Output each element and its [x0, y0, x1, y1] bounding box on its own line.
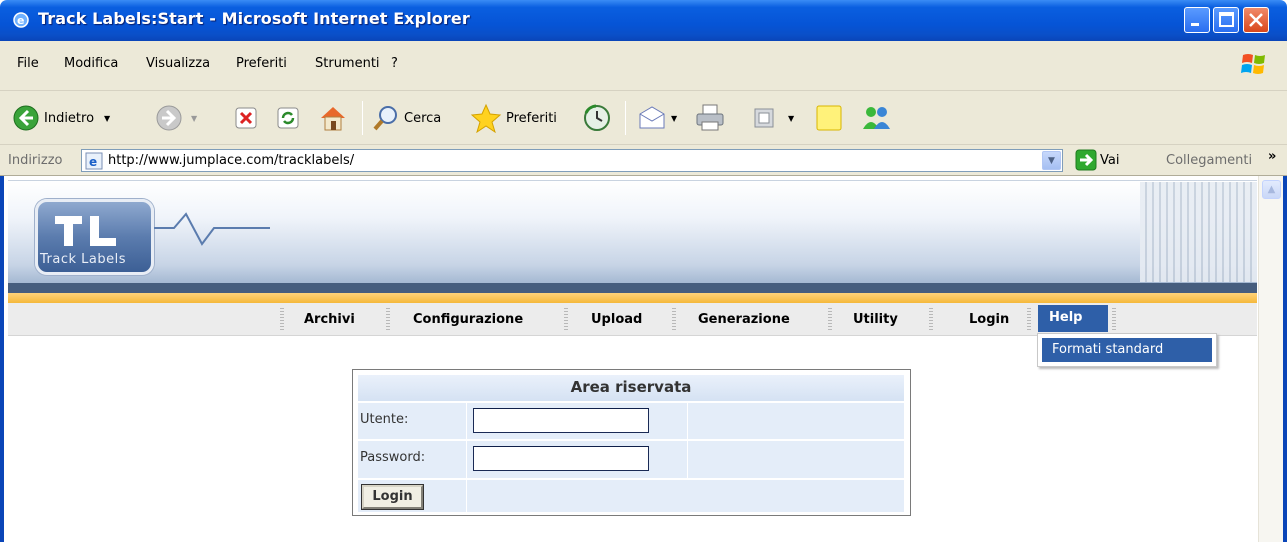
- password-input[interactable]: [473, 446, 649, 471]
- mail-icon: [639, 106, 665, 129]
- chevron-down-icon[interactable]: ▼: [191, 114, 197, 123]
- refresh-button[interactable]: [275, 103, 301, 133]
- window-title: Track Labels:Start - Microsoft Internet …: [38, 9, 470, 28]
- button-row: Login: [358, 479, 904, 512]
- favorites-label: Preferiti: [506, 110, 557, 126]
- window-titlebar: e Track Labels:Start - Microsoft Interne…: [0, 0, 1287, 41]
- mail-button[interactable]: ▼: [637, 103, 677, 133]
- print-button[interactable]: [694, 103, 726, 133]
- go-button[interactable]: Vai: [1100, 153, 1119, 168]
- login-panel: Area riservata Utente: Password: Login: [352, 369, 911, 516]
- windows-logo-icon: [1241, 54, 1265, 74]
- menu-preferiti[interactable]: Preferiti: [236, 56, 287, 71]
- close-icon: [1249, 13, 1263, 27]
- user-row: Utente:: [358, 402, 904, 439]
- nav-utility[interactable]: Utility: [853, 312, 898, 327]
- login-button[interactable]: Login: [361, 484, 424, 510]
- messenger-button[interactable]: [860, 103, 894, 133]
- favorites-button[interactable]: Preferiti: [470, 103, 557, 133]
- toolbar: Indietro ▼ ▼ Cerca Preferiti ▼ ▼: [0, 91, 1287, 145]
- password-row: Password:: [358, 440, 904, 478]
- address-label: Indirizzo: [8, 153, 63, 168]
- history-button[interactable]: [582, 103, 612, 133]
- refresh-icon: [277, 107, 299, 129]
- vertical-scrollbar[interactable]: ▲: [1258, 176, 1283, 542]
- address-input[interactable]: e http://www.jumplace.com/tracklabels/ ▼: [81, 149, 1063, 172]
- page-icon: e: [85, 152, 103, 170]
- chevron-down-icon[interactable]: ▼: [788, 114, 794, 123]
- search-label: Cerca: [404, 110, 442, 126]
- star-icon: [470, 103, 502, 133]
- svg-text:e: e: [17, 14, 24, 27]
- nav-generazione[interactable]: Generazione: [698, 312, 790, 327]
- chevron-down-icon[interactable]: ▼: [104, 114, 110, 123]
- nav-configurazione[interactable]: Configurazione: [413, 312, 523, 327]
- notes-button[interactable]: [814, 103, 844, 133]
- menu-modifica[interactable]: Modifica: [64, 56, 118, 71]
- chevron-down-icon[interactable]: ▼: [671, 114, 677, 123]
- minimize-icon: [1191, 23, 1199, 26]
- search-icon: [373, 106, 397, 131]
- maximize-button[interactable]: [1213, 7, 1239, 33]
- nav-help[interactable]: Help: [1038, 305, 1108, 332]
- chevron-down-icon[interactable]: ▼: [1042, 151, 1061, 170]
- login-title: Area riservata: [358, 375, 904, 401]
- password-label: Password:: [358, 441, 467, 478]
- stop-icon: [235, 107, 257, 129]
- help-dropdown: Formati standard: [1037, 333, 1217, 367]
- home-button[interactable]: [318, 103, 348, 133]
- menu-strumenti[interactable]: Strumenti: [315, 56, 380, 71]
- menu-visualizza[interactable]: Visualizza: [146, 56, 210, 71]
- nav-upload[interactable]: Upload: [591, 312, 642, 327]
- stop-button[interactable]: [233, 103, 259, 133]
- back-arrow-icon: [13, 105, 39, 131]
- nav-login[interactable]: Login: [969, 312, 1009, 327]
- menu-file[interactable]: File: [17, 56, 39, 71]
- maximize-icon: [1219, 12, 1234, 27]
- forward-button[interactable]: ▼: [155, 103, 197, 133]
- messenger-icon: [863, 107, 890, 129]
- home-icon: [321, 107, 345, 131]
- logo-text: Track Labels: [40, 252, 126, 267]
- edit-icon: [754, 108, 774, 128]
- back-label: Indietro: [44, 110, 95, 126]
- links-label[interactable]: Collegamenti: [1166, 153, 1252, 168]
- close-button[interactable]: [1243, 7, 1269, 33]
- user-label: Utente:: [358, 403, 467, 439]
- chevron-right-icon[interactable]: »: [1268, 149, 1276, 164]
- wave-line-icon: [154, 212, 270, 246]
- header-decoration: [1140, 182, 1257, 282]
- history-icon: [584, 104, 610, 131]
- edit-button[interactable]: ▼: [752, 103, 794, 133]
- forward-arrow-icon: [156, 105, 182, 131]
- user-input[interactable]: [473, 408, 649, 433]
- internet-explorer-icon: e: [13, 12, 29, 28]
- dropdown-item-formati-standard[interactable]: Formati standard: [1042, 338, 1212, 362]
- sticky-note-icon: [816, 105, 842, 131]
- menu-bar: File Modifica Visualizza Preferiti Strum…: [0, 41, 1287, 91]
- address-url: http://www.jumplace.com/tracklabels/: [108, 153, 355, 168]
- printer-icon: [696, 104, 724, 131]
- svg-text:e: e: [89, 155, 97, 169]
- address-bar: Indirizzo e http://www.jumplace.com/trac…: [0, 145, 1287, 176]
- minimize-button[interactable]: [1184, 7, 1210, 33]
- scroll-up-icon[interactable]: ▲: [1262, 180, 1281, 199]
- back-button[interactable]: Indietro ▼: [12, 103, 110, 133]
- go-arrow-icon[interactable]: [1075, 149, 1097, 171]
- nav-archivi[interactable]: Archivi: [304, 312, 355, 327]
- search-button[interactable]: Cerca: [372, 103, 441, 133]
- menu-help[interactable]: ?: [391, 56, 398, 71]
